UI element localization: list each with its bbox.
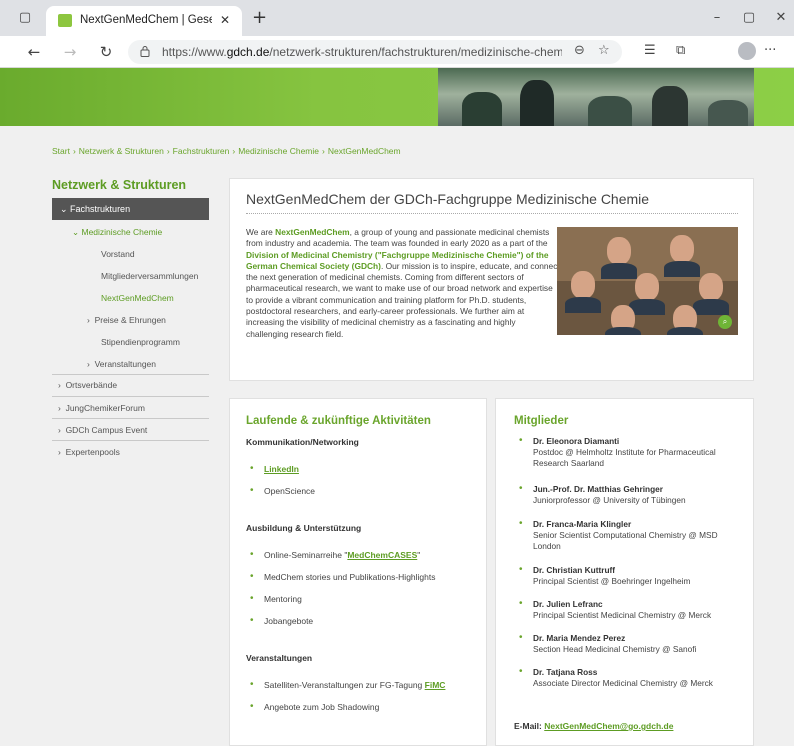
section-veranstaltungen: Veranstaltungen: [246, 653, 313, 663]
zoom-out-icon[interactable]: ⊖: [574, 43, 585, 58]
address-bar: ← → ↻ https://www.gdch.de/netzwerk-struk…: [0, 36, 794, 68]
minimize-icon[interactable]: –: [706, 8, 728, 28]
url-text: https://www.gdch.de/netzwerk-strukturen/…: [162, 45, 562, 59]
intro-text: We are NextGenMedChem, a group of young …: [246, 227, 560, 339]
activities-title: Laufende & zukünftige Aktivitäten: [246, 415, 431, 427]
member-item: Dr. Christian KuttruffPrincipal Scientis…: [519, 564, 743, 587]
page-content: Start › Netzwerk & Strukturen › Fachstruktur…: [0, 126, 794, 746]
section-networking: Kommunikation/Networking: [246, 437, 359, 447]
sidebar-item-mitgliederversammlungen[interactable]: Mitgliederversammlungen: [101, 271, 198, 281]
sidebar-title[interactable]: Netzwerk & Strukturen: [52, 178, 186, 192]
sidebar-item-nextgenmedchem[interactable]: NextGenMedChem: [101, 293, 174, 303]
banner-photo: [438, 68, 754, 126]
browser-tab[interactable]: NextGenMedChem | Gesellschaft ✕: [46, 6, 242, 36]
divider: [52, 440, 209, 441]
more-menu-icon[interactable]: ···: [764, 43, 776, 58]
tab-title: NextGenMedChem | Gesellschaft: [80, 14, 212, 26]
member-item: Dr. Eleonora DiamantiPostdoc @ Helmholtz…: [519, 435, 743, 469]
sidebar-item-vorstand[interactable]: Vorstand: [101, 249, 135, 259]
zoom-icon[interactable]: ⌕: [718, 315, 732, 329]
list-item: Mentoring: [250, 593, 302, 604]
tab-actions-icon[interactable]: ▢: [14, 8, 36, 28]
member-item: Dr. Franca-Maria KlinglerSenior Scientis…: [519, 518, 743, 552]
email-line: E-Mail: NextGenMedChem@go.gdch.de: [514, 721, 674, 731]
list-item: MedChem stories und Publikations-Highlig…: [250, 571, 435, 582]
sidebar-item-stipendienprogramm[interactable]: Stipendienprogramm: [101, 337, 180, 347]
breadcrumb-medizinische-chemie[interactable]: Medizinische Chemie: [238, 146, 319, 156]
team-photo[interactable]: ⌕: [557, 227, 738, 335]
breadcrumb-netzwerk[interactable]: Netzwerk & Strukturen: [79, 146, 164, 156]
reload-icon[interactable]: ↻: [96, 42, 116, 62]
maximize-icon[interactable]: ▢: [738, 8, 760, 28]
new-tab-button[interactable]: +: [252, 7, 267, 28]
member-item: Dr. Tatjana RossAssociate Director Medic…: [519, 666, 743, 689]
sidebar-item-ortsverbaende[interactable]: › Ortsverbände: [58, 380, 117, 390]
section-ausbildung: Ausbildung & Unterstützung: [246, 523, 362, 533]
breadcrumb-start[interactable]: Start: [52, 146, 70, 156]
member-item: Jun.-Prof. Dr. Matthias GehringerJuniorp…: [519, 483, 743, 506]
fimc-link[interactable]: FiMC: [425, 680, 446, 690]
browser-tab-bar: ▢ NextGenMedChem | Gesellschaft ✕ + – ▢ …: [0, 0, 794, 36]
lock-icon: [140, 46, 150, 57]
divider: [52, 374, 209, 375]
sidebar-item-medizinische-chemie[interactable]: ⌄ Medizinische Chemie: [72, 227, 162, 238]
page-title: NextGenMedChem der GDCh-Fachgruppe Mediz…: [246, 191, 650, 207]
sidebar-item-jungchemikerforum[interactable]: › JungChemikerForum: [58, 403, 145, 413]
breadcrumb-fachstrukturen[interactable]: Fachstrukturen: [173, 146, 230, 156]
list-item: Angebote zum Job Shadowing: [250, 701, 379, 712]
sidebar-item-campus-event[interactable]: › GDCh Campus Event: [58, 425, 147, 435]
sidebar-item-veranstaltungen[interactable]: › Veranstaltungen: [87, 359, 156, 369]
member-item: Dr. Maria Mendez PerezSection Head Medic…: [519, 632, 743, 655]
gdch-favicon-icon: [58, 14, 72, 27]
members-card: Mitglieder Dr. Eleonora DiamantiPostdoc …: [495, 398, 754, 746]
members-title: Mitglieder: [514, 415, 569, 427]
activities-card: Laufende & zukünftige Aktivitäten Kommun…: [229, 398, 487, 746]
member-item: Dr. Julien LefrancPrincipal Scientist Me…: [519, 598, 743, 621]
divider: [52, 418, 209, 419]
divider: [52, 396, 209, 397]
list-item: Online-Seminarreihe "MedChemCASES": [250, 549, 420, 560]
breadcrumb-current[interactable]: NextGenMedChem: [328, 146, 401, 156]
sidebar-item-expertenpools[interactable]: › Expertenpools: [58, 447, 120, 457]
list-item: OpenScience: [250, 485, 315, 496]
profile-avatar[interactable]: [738, 42, 756, 60]
close-window-icon[interactable]: ✕: [770, 8, 792, 28]
email-link[interactable]: NextGenMedChem@go.gdch.de: [544, 721, 673, 731]
intro-card: NextGenMedChem der GDCh-Fachgruppe Mediz…: [229, 178, 754, 381]
list-item: Jobangebote: [250, 615, 313, 626]
sidebar-item-fachstrukturen[interactable]: ⌄ Fachstrukturen: [52, 198, 209, 220]
medchemcases-link[interactable]: MedChemCASES: [347, 550, 417, 560]
breadcrumb: Start › Netzwerk & Strukturen › Fachstruktur…: [52, 146, 401, 156]
close-tab-icon[interactable]: ✕: [220, 13, 230, 27]
favorites-list-icon[interactable]: ☰: [644, 43, 656, 58]
title-divider: [246, 213, 738, 214]
linkedin-link[interactable]: LinkedIn: [264, 464, 299, 474]
back-icon[interactable]: ←: [24, 42, 44, 62]
list-item: LinkedIn: [250, 463, 299, 474]
header-banner: [0, 68, 794, 126]
forward-icon[interactable]: →: [60, 42, 80, 62]
collections-icon[interactable]: ⧉: [676, 43, 685, 58]
url-field[interactable]: https://www.gdch.de/netzwerk-strukturen/…: [128, 40, 622, 64]
favorite-star-icon[interactable]: ☆: [598, 43, 610, 58]
list-item: Satelliten-Veranstaltungen zur FG-Tagung…: [250, 679, 446, 690]
sidebar-item-preise[interactable]: › Preise & Ehrungen: [87, 315, 166, 325]
